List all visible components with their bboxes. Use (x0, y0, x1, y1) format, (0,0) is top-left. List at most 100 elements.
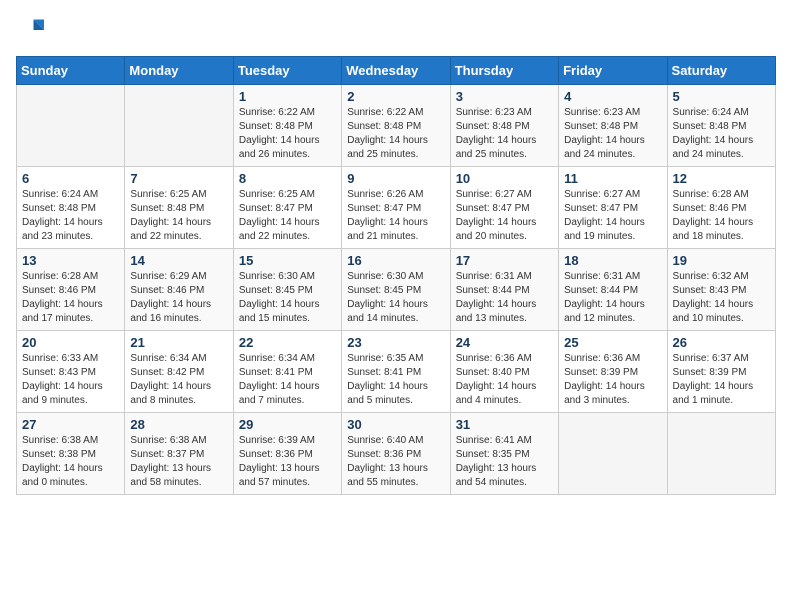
calendar-table: SundayMondayTuesdayWednesdayThursdayFrid… (16, 56, 776, 495)
calendar-cell: 25 Sunrise: 6:36 AM Sunset: 8:39 PM Dayli… (559, 331, 667, 413)
day-number: 4 (564, 89, 661, 104)
day-info: Sunrise: 6:34 AM Sunset: 8:42 PM Dayligh… (130, 352, 227, 408)
day-info: Sunrise: 6:39 AM Sunset: 8:36 PM Dayligh… (239, 434, 336, 490)
calendar-cell: 26 Sunrise: 6:37 AM Sunset: 8:39 PM Dayli… (667, 331, 775, 413)
calendar-cell: 11 Sunrise: 6:27 AM Sunset: 8:47 PM Dayli… (559, 167, 667, 249)
day-info: Sunrise: 6:31 AM Sunset: 8:44 PM Dayligh… (456, 270, 553, 326)
day-info: Sunrise: 6:40 AM Sunset: 8:36 PM Dayligh… (347, 434, 444, 490)
day-number: 24 (456, 335, 553, 350)
calendar-cell: 3Sunrise: 6:23 AM Sunset: 8:48 PM Daylig… (450, 85, 558, 167)
calendar-header-friday: Friday (559, 57, 667, 85)
calendar-cell: 9 Sunrise: 6:26 AM Sunset: 8:47 PM Daylig… (342, 167, 450, 249)
day-info: Sunrise: 6:22 AM Sunset: 8:48 PM Dayligh… (239, 106, 336, 162)
calendar-cell: 16 Sunrise: 6:30 AM Sunset: 8:45 PM Dayli… (342, 249, 450, 331)
calendar-cell: 1 Sunrise: 6:22 AM Sunset: 8:48 PM Daylig… (233, 85, 341, 167)
calendar-week-row: 13Sunrise: 6:28 AM Sunset: 8:46 PM Dayli… (17, 249, 776, 331)
calendar-week-row: 6 Sunrise: 6:24 AM Sunset: 8:48 PM Daylig… (17, 167, 776, 249)
calendar-header-wednesday: Wednesday (342, 57, 450, 85)
day-info: Sunrise: 6:36 AM Sunset: 8:39 PM Dayligh… (564, 352, 661, 408)
calendar-header-monday: Monday (125, 57, 233, 85)
calendar-header-thursday: Thursday (450, 57, 558, 85)
calendar-cell: 27 Sunrise: 6:38 AM Sunset: 8:38 PM Dayli… (17, 413, 125, 495)
calendar-week-row: 20Sunrise: 6:33 AM Sunset: 8:43 PM Dayli… (17, 331, 776, 413)
day-number: 15 (239, 253, 336, 268)
day-info: Sunrise: 6:38 AM Sunset: 8:37 PM Dayligh… (130, 434, 227, 490)
day-info: Sunrise: 6:24 AM Sunset: 8:48 PM Dayligh… (22, 188, 119, 244)
calendar-header-sunday: Sunday (17, 57, 125, 85)
day-number: 27 (22, 417, 119, 432)
day-info: Sunrise: 6:24 AM Sunset: 8:48 PM Dayligh… (673, 106, 770, 162)
day-number: 3 (456, 89, 553, 104)
calendar-cell: 10 Sunrise: 6:27 AM Sunset: 8:47 PM Dayli… (450, 167, 558, 249)
day-info: Sunrise: 6:26 AM Sunset: 8:47 PM Dayligh… (347, 188, 444, 244)
day-info: Sunrise: 6:34 AM Sunset: 8:41 PM Dayligh… (239, 352, 336, 408)
calendar-cell: 24Sunrise: 6:36 AM Sunset: 8:40 PM Dayli… (450, 331, 558, 413)
day-info: Sunrise: 6:28 AM Sunset: 8:46 PM Dayligh… (673, 188, 770, 244)
day-info: Sunrise: 6:27 AM Sunset: 8:47 PM Dayligh… (564, 188, 661, 244)
day-info: Sunrise: 6:31 AM Sunset: 8:44 PM Dayligh… (564, 270, 661, 326)
calendar-cell: 13Sunrise: 6:28 AM Sunset: 8:46 PM Dayli… (17, 249, 125, 331)
day-info: Sunrise: 6:35 AM Sunset: 8:41 PM Dayligh… (347, 352, 444, 408)
calendar-cell (125, 85, 233, 167)
calendar-cell: 28 Sunrise: 6:38 AM Sunset: 8:37 PM Dayli… (125, 413, 233, 495)
day-info: Sunrise: 6:22 AM Sunset: 8:48 PM Dayligh… (347, 106, 444, 162)
calendar-cell: 30 Sunrise: 6:40 AM Sunset: 8:36 PM Dayli… (342, 413, 450, 495)
calendar-cell (559, 413, 667, 495)
calendar-cell: 7 Sunrise: 6:25 AM Sunset: 8:48 PM Daylig… (125, 167, 233, 249)
day-number: 16 (347, 253, 444, 268)
calendar-cell: 20Sunrise: 6:33 AM Sunset: 8:43 PM Dayli… (17, 331, 125, 413)
day-number: 26 (673, 335, 770, 350)
day-number: 31 (456, 417, 553, 432)
day-number: 9 (347, 171, 444, 186)
day-info: Sunrise: 6:25 AM Sunset: 8:48 PM Dayligh… (130, 188, 227, 244)
day-info: Sunrise: 6:30 AM Sunset: 8:45 PM Dayligh… (347, 270, 444, 326)
calendar-cell (667, 413, 775, 495)
calendar-cell: 4 Sunrise: 6:23 AM Sunset: 8:48 PM Daylig… (559, 85, 667, 167)
calendar-header-row: SundayMondayTuesdayWednesdayThursdayFrid… (17, 57, 776, 85)
day-number: 19 (673, 253, 770, 268)
calendar-cell: 17Sunrise: 6:31 AM Sunset: 8:44 PM Dayli… (450, 249, 558, 331)
day-number: 8 (239, 171, 336, 186)
day-info: Sunrise: 6:30 AM Sunset: 8:45 PM Dayligh… (239, 270, 336, 326)
day-number: 7 (130, 171, 227, 186)
day-info: Sunrise: 6:23 AM Sunset: 8:48 PM Dayligh… (564, 106, 661, 162)
day-number: 6 (22, 171, 119, 186)
calendar-cell: 6 Sunrise: 6:24 AM Sunset: 8:48 PM Daylig… (17, 167, 125, 249)
calendar-cell: 5 Sunrise: 6:24 AM Sunset: 8:48 PM Daylig… (667, 85, 775, 167)
day-number: 5 (673, 89, 770, 104)
calendar-header-saturday: Saturday (667, 57, 775, 85)
day-number: 1 (239, 89, 336, 104)
day-number: 22 (239, 335, 336, 350)
day-number: 23 (347, 335, 444, 350)
logo-icon (16, 16, 44, 44)
logo (16, 16, 48, 44)
calendar-week-row: 27 Sunrise: 6:38 AM Sunset: 8:38 PM Dayli… (17, 413, 776, 495)
day-number: 10 (456, 171, 553, 186)
calendar-cell: 19 Sunrise: 6:32 AM Sunset: 8:43 PM Dayli… (667, 249, 775, 331)
day-info: Sunrise: 6:33 AM Sunset: 8:43 PM Dayligh… (22, 352, 119, 408)
calendar-cell: 15 Sunrise: 6:30 AM Sunset: 8:45 PM Dayli… (233, 249, 341, 331)
calendar-cell: 8 Sunrise: 6:25 AM Sunset: 8:47 PM Daylig… (233, 167, 341, 249)
day-info: Sunrise: 6:27 AM Sunset: 8:47 PM Dayligh… (456, 188, 553, 244)
day-number: 29 (239, 417, 336, 432)
day-info: Sunrise: 6:29 AM Sunset: 8:46 PM Dayligh… (130, 270, 227, 326)
day-number: 28 (130, 417, 227, 432)
day-info: Sunrise: 6:25 AM Sunset: 8:47 PM Dayligh… (239, 188, 336, 244)
day-number: 25 (564, 335, 661, 350)
day-info: Sunrise: 6:41 AM Sunset: 8:35 PM Dayligh… (456, 434, 553, 490)
calendar-header-tuesday: Tuesday (233, 57, 341, 85)
calendar-cell: 23 Sunrise: 6:35 AM Sunset: 8:41 PM Dayli… (342, 331, 450, 413)
day-number: 11 (564, 171, 661, 186)
day-number: 14 (130, 253, 227, 268)
day-info: Sunrise: 6:32 AM Sunset: 8:43 PM Dayligh… (673, 270, 770, 326)
day-info: Sunrise: 6:38 AM Sunset: 8:38 PM Dayligh… (22, 434, 119, 490)
calendar-cell: 21Sunrise: 6:34 AM Sunset: 8:42 PM Dayli… (125, 331, 233, 413)
day-info: Sunrise: 6:37 AM Sunset: 8:39 PM Dayligh… (673, 352, 770, 408)
day-number: 2 (347, 89, 444, 104)
calendar-cell: 29 Sunrise: 6:39 AM Sunset: 8:36 PM Dayli… (233, 413, 341, 495)
calendar-cell: 2 Sunrise: 6:22 AM Sunset: 8:48 PM Daylig… (342, 85, 450, 167)
calendar-cell: 18Sunrise: 6:31 AM Sunset: 8:44 PM Dayli… (559, 249, 667, 331)
calendar-cell: 22 Sunrise: 6:34 AM Sunset: 8:41 PM Dayli… (233, 331, 341, 413)
day-number: 30 (347, 417, 444, 432)
day-number: 13 (22, 253, 119, 268)
